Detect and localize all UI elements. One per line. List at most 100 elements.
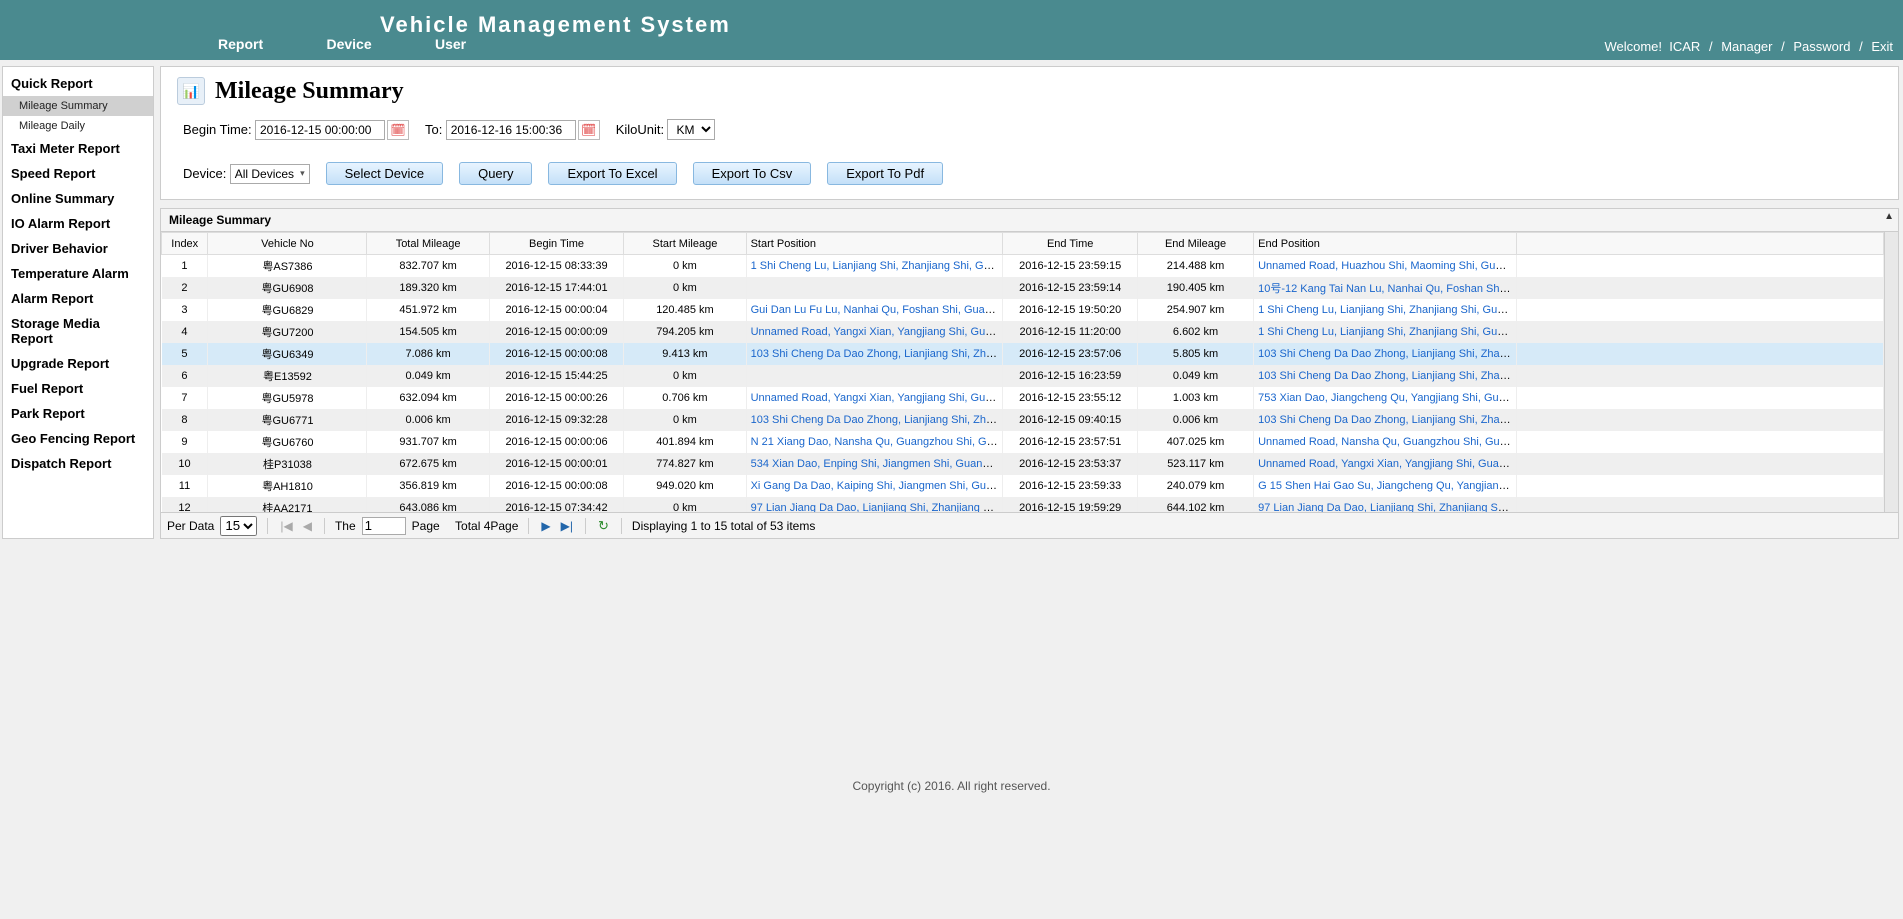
position-link[interactable]: 1 Shi Cheng Lu, Lianjiang Shi, Zhanjiang…: [1258, 326, 1516, 338]
begin-time-input[interactable]: [255, 120, 385, 140]
per-page-select[interactable]: 15: [220, 516, 257, 536]
position-link[interactable]: Unnamed Road, Yangxi Xian, Yangjiang Shi…: [1258, 458, 1516, 470]
header-right-links: Welcome! ICAR / Manager / Password / Exi…: [1604, 39, 1893, 54]
position-link[interactable]: Unnamed Road, Yangxi Xian, Yangjiang Shi…: [751, 392, 1003, 404]
sidebar-item[interactable]: Online Summary: [3, 186, 153, 211]
column-header[interactable]: Index: [162, 233, 208, 255]
column-header[interactable]: End Position: [1254, 233, 1517, 255]
table-row[interactable]: 9粤GU6760931.707 km2016-12-15 00:00:06401…: [162, 431, 1884, 453]
sidebar-item[interactable]: Alarm Report: [3, 286, 153, 311]
unit-select[interactable]: KM: [667, 119, 715, 140]
sidebar-item[interactable]: Quick Report: [3, 71, 153, 96]
table-row[interactable]: 5粤GU63497.086 km2016-12-15 00:00:089.413…: [162, 343, 1884, 365]
table-row[interactable]: 6粤E135920.049 km2016-12-15 15:44:250 km2…: [162, 365, 1884, 387]
sidebar-item[interactable]: Dispatch Report: [3, 451, 153, 476]
position-link[interactable]: 1 Shi Cheng Lu, Lianjiang Shi, Zhanjiang…: [751, 260, 1003, 272]
sidebar-item[interactable]: Driver Behavior: [3, 236, 153, 261]
grid-title: Mileage Summary ▲: [161, 209, 1898, 232]
position-link[interactable]: Gui Dan Lu Fu Lu, Nanhai Qu, Foshan Shi,…: [751, 304, 1003, 316]
password-link[interactable]: Password: [1793, 39, 1850, 54]
position-link[interactable]: 534 Xian Dao, Enping Shi, Jiangmen Shi, …: [751, 458, 1003, 470]
column-header[interactable]: Start Mileage: [624, 233, 746, 255]
query-button[interactable]: Query: [459, 162, 532, 185]
to-label: To:: [425, 122, 442, 137]
position-link[interactable]: G 15 Shen Hai Gao Su, Jiangcheng Qu, Yan…: [1258, 480, 1516, 492]
device-select[interactable]: All Devices ▾: [230, 164, 310, 184]
sidebar-item[interactable]: IO Alarm Report: [3, 211, 153, 236]
position-link[interactable]: 97 Lian Jiang Da Dao, Lianjiang Shi, Zha…: [1258, 502, 1516, 512]
main-nav: Report Device User: [218, 36, 526, 52]
sidebar-subitem[interactable]: Mileage Daily: [3, 116, 153, 136]
position-link[interactable]: 103 Shi Cheng Da Dao Zhong, Lianjiang Sh…: [1258, 414, 1516, 426]
position-link[interactable]: 103 Shi Cheng Da Dao Zhong, Lianjiang Sh…: [751, 414, 1003, 426]
table-row[interactable]: 11粤AH1810356.819 km2016-12-15 00:00:0894…: [162, 475, 1884, 497]
user-link[interactable]: ICAR: [1669, 39, 1700, 54]
to-time-input[interactable]: [446, 120, 576, 140]
sidebar: Quick ReportMileage SummaryMileage Daily…: [2, 66, 154, 539]
column-header[interactable]: End Mileage: [1137, 233, 1253, 255]
main-area: 📊 Mileage Summary Begin Time: 🗓 To: 🗓 Ki…: [160, 66, 1899, 539]
nav-report[interactable]: Report: [218, 36, 263, 52]
table-row[interactable]: 4粤GU7200154.505 km2016-12-15 00:00:09794…: [162, 321, 1884, 343]
table-row[interactable]: 7粤GU5978632.094 km2016-12-15 00:00:260.7…: [162, 387, 1884, 409]
sidebar-item[interactable]: Park Report: [3, 401, 153, 426]
page-suffix: Page: [412, 519, 440, 533]
sidebar-subitem[interactable]: Mileage Summary: [3, 96, 153, 116]
position-link[interactable]: 103 Shi Cheng Da Dao Zhong, Lianjiang Sh…: [1258, 348, 1516, 360]
nav-user[interactable]: User: [435, 36, 466, 52]
sidebar-item[interactable]: Speed Report: [3, 161, 153, 186]
column-header[interactable]: Begin Time: [489, 233, 624, 255]
calendar-icon[interactable]: 🗓: [578, 120, 600, 140]
per-data-label: Per Data: [167, 519, 214, 533]
position-link[interactable]: Unnamed Road, Huazhou Shi, Maoming Shi, …: [1258, 260, 1516, 272]
position-link[interactable]: Xi Gang Da Dao, Kaiping Shi, Jiangmen Sh…: [751, 480, 1003, 492]
chevron-down-icon: ▾: [300, 168, 305, 179]
column-header[interactable]: Total Mileage: [367, 233, 489, 255]
position-link[interactable]: Unnamed Road, Nansha Qu, Guangzhou Shi, …: [1258, 436, 1516, 448]
export-pdf-button[interactable]: Export To Pdf: [827, 162, 943, 185]
nav-device[interactable]: Device: [326, 36, 371, 52]
position-link[interactable]: 753 Xian Dao, Jiangcheng Qu, Yangjiang S…: [1258, 392, 1516, 404]
position-link[interactable]: N 21 Xiang Dao, Nansha Qu, Guangzhou Shi…: [751, 436, 1003, 448]
calendar-icon[interactable]: 🗓: [387, 120, 409, 140]
report-icon: 📊: [177, 77, 205, 105]
table-row[interactable]: 12桂AA2171643.086 km2016-12-15 07:34:420 …: [162, 497, 1884, 512]
export-excel-button[interactable]: Export To Excel: [548, 162, 676, 185]
begin-time-label: Begin Time:: [183, 122, 252, 137]
table-row[interactable]: 8粤GU67710.006 km2016-12-15 09:32:280 km1…: [162, 409, 1884, 431]
table-row[interactable]: 1粤AS7386832.707 km2016-12-15 08:33:390 k…: [162, 255, 1884, 278]
sidebar-item[interactable]: Taxi Meter Report: [3, 136, 153, 161]
sidebar-item[interactable]: Upgrade Report: [3, 351, 153, 376]
the-label: The: [335, 519, 356, 533]
exit-link[interactable]: Exit: [1871, 39, 1893, 54]
export-csv-button[interactable]: Export To Csv: [693, 162, 812, 185]
position-link[interactable]: 103 Shi Cheng Da Dao Zhong, Lianjiang Sh…: [1258, 370, 1516, 382]
refresh-icon[interactable]: ↻: [596, 518, 611, 534]
table-row[interactable]: 3粤GU6829451.972 km2016-12-15 00:00:04120…: [162, 299, 1884, 321]
column-header[interactable]: Start Position: [746, 233, 1003, 255]
table-row[interactable]: 10桂P31038672.675 km2016-12-15 00:00:0177…: [162, 453, 1884, 475]
sidebar-item[interactable]: Fuel Report: [3, 376, 153, 401]
position-link[interactable]: 103 Shi Cheng Da Dao Zhong, Lianjiang Sh…: [751, 348, 1003, 360]
welcome-label: Welcome!: [1604, 39, 1662, 54]
sidebar-item[interactable]: Geo Fencing Report: [3, 426, 153, 451]
page-title: Mileage Summary: [215, 78, 404, 105]
page-input[interactable]: [362, 517, 406, 535]
position-link[interactable]: 97 Lian Jiang Da Dao, Lianjiang Shi, Zha…: [751, 502, 1003, 512]
position-link[interactable]: Unnamed Road, Yangxi Xian, Yangjiang Shi…: [751, 326, 1003, 338]
sidebar-item[interactable]: Temperature Alarm: [3, 261, 153, 286]
table-row[interactable]: 2粤GU6908189.320 km2016-12-15 17:44:010 k…: [162, 277, 1884, 299]
prev-page-icon[interactable]: ◀: [301, 519, 314, 533]
collapse-arrow-icon[interactable]: ▲: [1884, 211, 1894, 222]
column-header[interactable]: Vehicle No: [208, 233, 367, 255]
column-header[interactable]: End Time: [1003, 233, 1138, 255]
sidebar-item[interactable]: Storage Media Report: [3, 311, 153, 351]
scrollbar[interactable]: [1884, 232, 1898, 512]
manager-link[interactable]: Manager: [1721, 39, 1772, 54]
first-page-icon[interactable]: |◀: [278, 519, 294, 533]
last-page-icon[interactable]: ▶|: [559, 519, 575, 533]
position-link[interactable]: 10号-12 Kang Tai Nan Lu, Nanhai Qu, Fosha…: [1258, 283, 1516, 295]
next-page-icon[interactable]: ▶: [539, 519, 552, 533]
select-device-button[interactable]: Select Device: [326, 162, 443, 185]
position-link[interactable]: 1 Shi Cheng Lu, Lianjiang Shi, Zhanjiang…: [1258, 304, 1516, 316]
